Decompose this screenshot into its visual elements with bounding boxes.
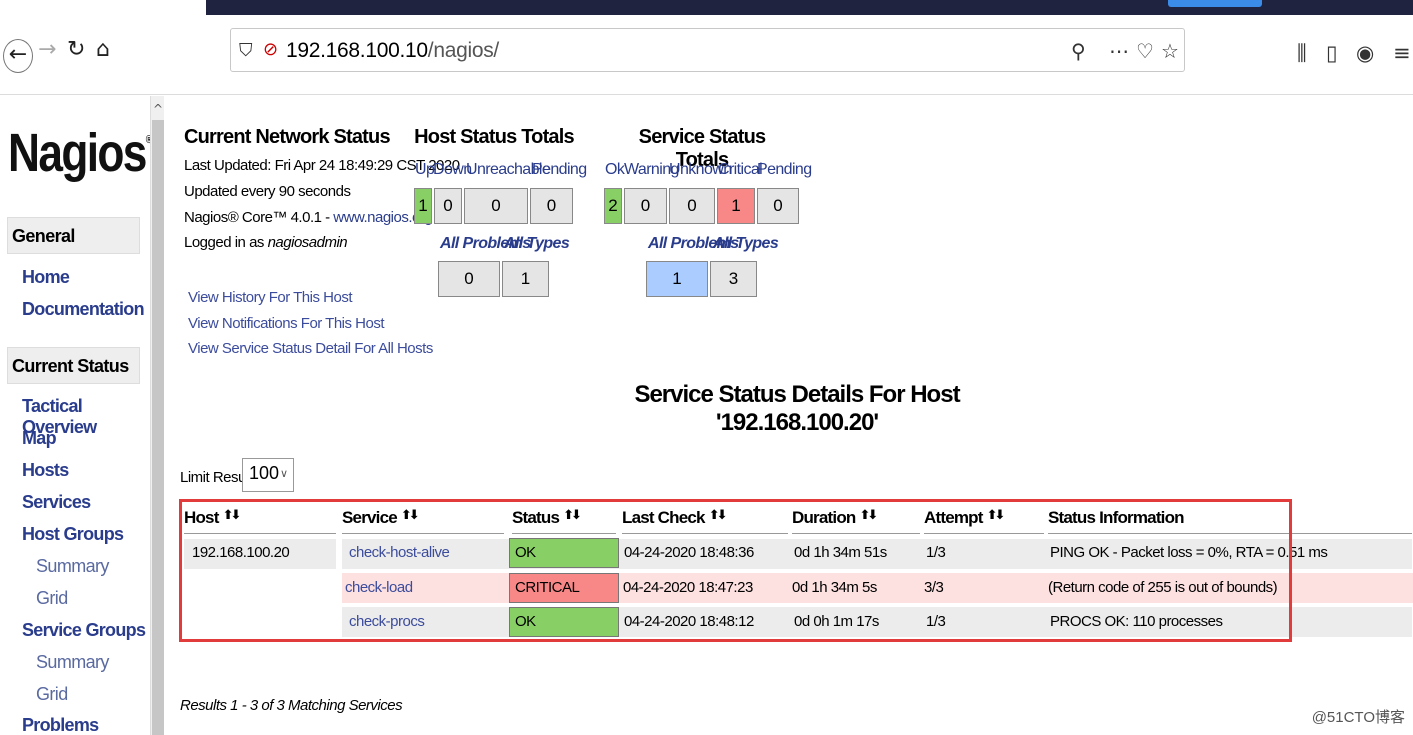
sidebar-host-groups-summary-link[interactable]: Summary (36, 556, 109, 577)
host-down-count[interactable]: 0 (434, 188, 462, 224)
logged-in-text: Logged in as nagiosadmin (184, 234, 348, 251)
logged-user: nagiosadmin (267, 234, 348, 251)
host-up-count[interactable]: 1 (414, 188, 432, 224)
service-warning-count[interactable]: 0 (624, 188, 667, 224)
logged-prefix: Logged in as (184, 234, 268, 251)
lightbulb-icon[interactable]: ⚲ (1071, 39, 1086, 63)
view-history-link[interactable]: View History For This Host (188, 289, 353, 306)
logo-text: Nagios (8, 123, 147, 183)
service-critical-count[interactable]: 1 (717, 188, 755, 224)
service-ok-label[interactable]: Ok (605, 161, 625, 179)
sidebar-toggle-icon[interactable]: ▯ (1326, 41, 1338, 65)
address-bar[interactable]: ⛉ ⊘ 192.168.100.10/nagios/ ⚲ ⋯ ♡ ☆ (230, 28, 1185, 72)
pocket-icon[interactable]: ♡ (1136, 39, 1154, 63)
menu-icon[interactable]: ≡ (1393, 41, 1411, 65)
reload-icon[interactable]: ↻ (67, 39, 85, 61)
sidebar-problems-link[interactable]: Problems (22, 715, 99, 735)
tab-indicator (1168, 0, 1262, 7)
service-all-types-label[interactable]: All Types (713, 235, 779, 253)
account-icon[interactable]: ◉ (1356, 41, 1374, 65)
service-unknown-count[interactable]: 0 (669, 188, 715, 224)
scroll-up-icon[interactable]: ^ (153, 102, 163, 116)
section-current-status: Current Status (7, 347, 140, 384)
highlight-frame (179, 499, 1292, 642)
service-all-problems-count[interactable]: 1 (646, 261, 708, 297)
sidebar-host-groups-grid-link[interactable]: Grid (36, 588, 68, 609)
sidebar-home-link[interactable]: Home (22, 267, 70, 288)
host-all-problems-count[interactable]: 0 (438, 261, 500, 297)
sidebar-service-groups-grid-link[interactable]: Grid (36, 684, 68, 705)
host-up-label[interactable]: Up (415, 161, 435, 179)
library-icon[interactable]: ⫼ (1297, 41, 1307, 66)
host-totals-title: Host Status Totals (414, 126, 575, 148)
service-pending-count[interactable]: 0 (757, 188, 799, 224)
back-arrow-icon[interactable]: ← (3, 39, 33, 73)
service-pending-label[interactable]: Pending (757, 161, 812, 179)
section-general: General (7, 217, 140, 254)
service-ok-count[interactable]: 2 (604, 188, 622, 224)
chevron-down-icon: ∨ (279, 467, 288, 480)
shield-icon[interactable]: ⛉ (239, 40, 253, 61)
version-text: Nagios® Core™ 4.0.1 - www.nagios.org (184, 209, 433, 226)
insecure-lock-icon[interactable]: ⊘ (263, 39, 278, 60)
limit-results-select[interactable]: 100 ∨ (242, 458, 294, 492)
sidebar-service-groups-summary-link[interactable]: Summary (36, 652, 109, 673)
host-all-types-count[interactable]: 1 (502, 261, 549, 297)
service-critical-label[interactable]: Critical (718, 161, 763, 179)
view-notifications-link[interactable]: View Notifications For This Host (188, 315, 385, 332)
forward-arrow-icon[interactable]: → (38, 39, 56, 61)
nagios-logo[interactable]: Nagios® (8, 122, 152, 184)
network-status-title: Current Network Status (184, 126, 391, 148)
page-title: Service Status Details For Host '192.168… (634, 381, 960, 436)
limit-results-value: 100 (249, 463, 280, 483)
nagios-sidebar: Nagios® General Home Documentation Curre… (0, 96, 152, 735)
sidebar-map-link[interactable]: Map (22, 428, 57, 449)
url-host: 192.168.100.10 (286, 39, 428, 62)
sidebar-service-groups-link[interactable]: Service Groups (22, 620, 146, 641)
bookmark-star-icon[interactable]: ☆ (1161, 39, 1179, 63)
home-icon[interactable]: ⌂ (96, 39, 110, 61)
service-all-types-count[interactable]: 3 (710, 261, 757, 297)
version-prefix: Nagios® Core™ 4.0.1 - (184, 209, 334, 226)
host-pending-label[interactable]: Pending (532, 161, 587, 179)
host-unreachable-count[interactable]: 0 (464, 188, 528, 224)
view-service-detail-link[interactable]: View Service Status Detail For All Hosts (188, 340, 433, 357)
browser-toolbar: ← → ↻ ⌂ ⛉ ⊘ 192.168.100.10/nagios/ ⚲ ⋯ ♡… (0, 15, 1413, 95)
main-content: Current Network Status Last Updated: Fri… (164, 96, 1413, 735)
update-interval-text: Updated every 90 seconds (184, 183, 351, 200)
scrollbar-thumb[interactable] (152, 120, 164, 735)
sidebar-host-groups-link[interactable]: Host Groups (22, 524, 124, 545)
sidebar-hosts-link[interactable]: Hosts (22, 460, 69, 481)
sidebar-scrollbar[interactable]: ^ (150, 96, 164, 735)
host-all-types-label[interactable]: All Types (504, 235, 570, 253)
sidebar-documentation-link[interactable]: Documentation (22, 299, 145, 320)
watermark: @51CTO博客 (1311, 709, 1405, 726)
sidebar-services-link[interactable]: Services (22, 492, 91, 513)
url-text[interactable]: 192.168.100.10/nagios/ (286, 39, 499, 63)
results-count: Results 1 - 3 of 3 Matching Services (180, 697, 403, 714)
url-path: /nagios/ (427, 39, 499, 62)
browser-tab-strip (206, 0, 1413, 15)
host-pending-count[interactable]: 0 (530, 188, 573, 224)
more-icon[interactable]: ⋯ (1109, 39, 1129, 63)
